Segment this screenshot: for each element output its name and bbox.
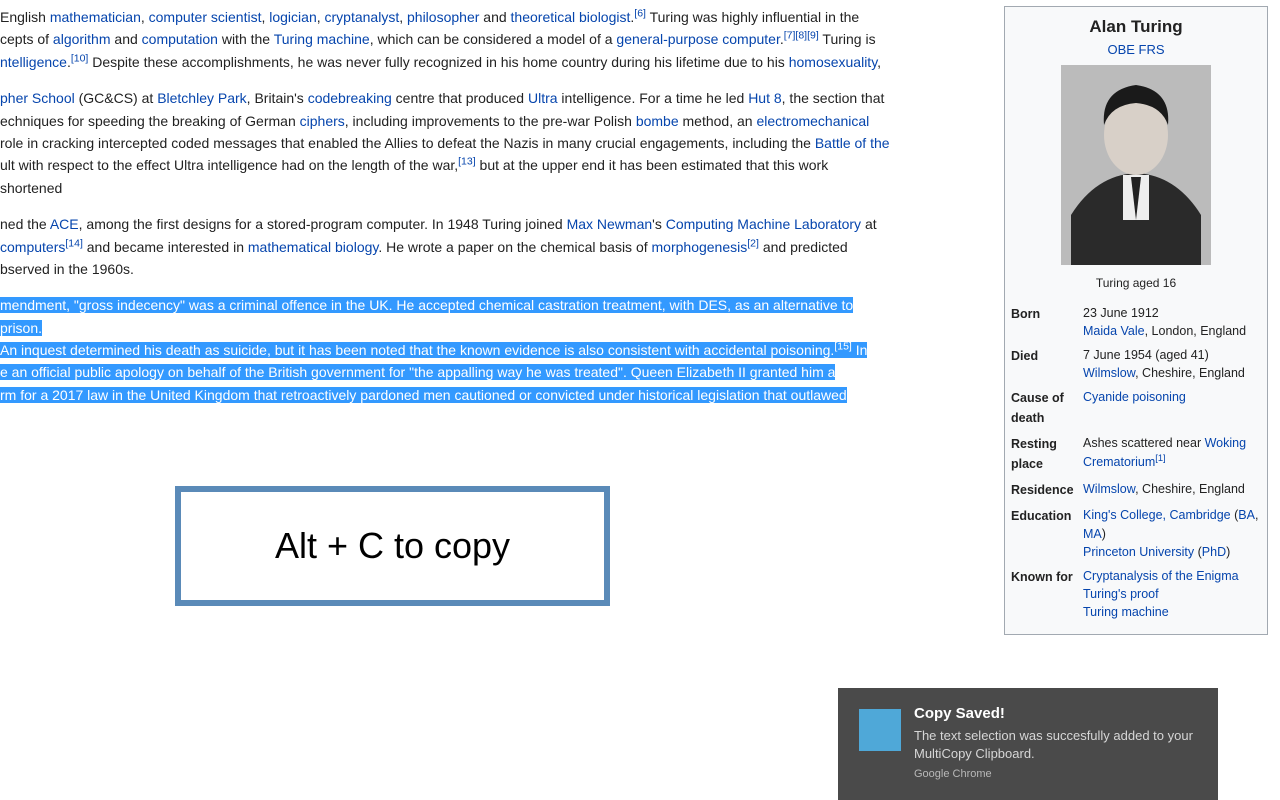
link-crematorium[interactable]: Crematorium [1083, 455, 1155, 469]
link-phd[interactable]: PhD [1202, 545, 1226, 559]
ref-6[interactable]: [6] [634, 7, 646, 19]
article-body: English mathematician, computer scientis… [0, 0, 900, 420]
link-hut8[interactable]: Hut 8 [748, 90, 781, 106]
ref-14[interactable]: [14] [65, 237, 83, 249]
link-cyanide[interactable]: Cyanide poisoning [1083, 390, 1186, 404]
link-princeton[interactable]: Princeton University [1083, 545, 1194, 559]
link-algorithm[interactable]: algorithm [53, 31, 111, 47]
link-kings[interactable]: King's College, Cambridge [1083, 508, 1231, 522]
paragraph-2: pher School (GC&CS) at Bletchley Park, B… [0, 87, 892, 199]
link-cml[interactable]: Computing Machine Laboratory [666, 216, 861, 232]
shortcut-hint-text: Alt + C to copy [275, 517, 510, 575]
link-homosexuality[interactable]: homosexuality [789, 54, 877, 70]
link-turing-machine[interactable]: Turing machine [274, 31, 370, 47]
label-cause-of-death: Cause of death [1011, 385, 1083, 431]
ref-15[interactable]: [15] [834, 340, 852, 352]
link-maida-vale[interactable]: Maida Vale [1083, 324, 1145, 338]
infobox-honors[interactable]: OBE FRS [1011, 40, 1261, 61]
label-education: Education [1011, 503, 1083, 563]
link-math-bio[interactable]: mathematical biology [248, 239, 378, 255]
link-computer-scientist[interactable]: computer scientist [149, 9, 262, 25]
paragraph-3: ned the ACE, among the first designs for… [0, 213, 892, 280]
link-wilmslow-2[interactable]: Wilmslow [1083, 482, 1135, 496]
paragraph-1: English mathematician, computer scientis… [0, 6, 892, 73]
ref-2[interactable]: [2] [747, 237, 759, 249]
toast-message: The text selection was succesfully added… [914, 727, 1200, 762]
infobox-table: Born 23 June 1912Maida Vale, London, Eng… [1011, 301, 1261, 624]
link-newman[interactable]: Max Newman [567, 216, 653, 232]
infobox-title: Alan Turing [1011, 11, 1261, 40]
link-turing-machine-2[interactable]: Turing machine [1083, 605, 1169, 619]
link-computers[interactable]: computers [0, 239, 65, 255]
clipboard-icon [856, 706, 898, 748]
link-mathematician[interactable]: mathematician [50, 9, 141, 25]
link-turing-proof[interactable]: Turing's proof [1083, 587, 1159, 601]
link-school[interactable]: pher School [0, 90, 75, 106]
toast-body: Copy Saved! The text selection was succe… [914, 702, 1200, 786]
toast-source: Google Chrome [914, 766, 1200, 784]
link-cryptanalyst[interactable]: cryptanalyst [325, 9, 400, 25]
link-woking[interactable]: Woking [1205, 436, 1246, 450]
label-resting-place: Resting place [1011, 431, 1083, 477]
link-enigma[interactable]: Cryptanalysis of the Enigma [1083, 569, 1239, 583]
label-known-for: Known for [1011, 564, 1083, 624]
link-intelligence[interactable]: ntelligence [0, 54, 67, 70]
link-battle[interactable]: Battle of the [815, 135, 890, 151]
infobox: Alan Turing OBE FRS Turing aged 16 Born … [1004, 6, 1268, 635]
link-ciphers[interactable]: ciphers [300, 113, 345, 129]
label-died: Died [1011, 343, 1083, 385]
link-gp-computer[interactable]: general-purpose computer [616, 31, 779, 47]
notification-toast[interactable]: Copy Saved! The text selection was succe… [838, 688, 1218, 800]
link-logician[interactable]: logician [269, 9, 316, 25]
ref-13[interactable]: [13] [458, 156, 476, 168]
link-computation[interactable]: computation [142, 31, 218, 47]
ref-8[interactable]: [8] [795, 30, 807, 42]
shortcut-hint-overlay: Alt + C to copy [175, 486, 610, 606]
infobox-caption: Turing aged 16 [1011, 274, 1261, 293]
link-bombe[interactable]: bombe [636, 113, 679, 129]
toast-title: Copy Saved! [914, 702, 1200, 726]
link-ace[interactable]: ACE [50, 216, 79, 232]
ref-7[interactable]: [7] [784, 30, 796, 42]
link-ba[interactable]: BA [1238, 508, 1255, 522]
link-codebreaking[interactable]: codebreaking [308, 90, 392, 106]
label-residence: Residence [1011, 477, 1083, 503]
label-born: Born [1011, 301, 1083, 343]
ref-10[interactable]: [10] [71, 52, 89, 64]
infobox-photo[interactable] [1061, 65, 1211, 265]
selected-text[interactable]: mendment, "gross indecency" was a crimin… [0, 297, 867, 403]
link-wilmslow[interactable]: Wilmslow [1083, 366, 1135, 380]
link-theoretical-biologist[interactable]: theoretical biologist [511, 9, 631, 25]
link-bletchley[interactable]: Bletchley Park [157, 90, 246, 106]
link-ma[interactable]: MA [1083, 527, 1102, 541]
link-philosopher[interactable]: philosopher [407, 9, 479, 25]
link-ultra[interactable]: Ultra [528, 90, 558, 106]
paragraph-4-selected: mendment, "gross indecency" was a crimin… [0, 294, 892, 406]
ref-1[interactable]: [1] [1155, 452, 1165, 462]
link-electromechanical[interactable]: electromechanical [756, 113, 869, 129]
link-morphogenesis[interactable]: morphogenesis [652, 239, 748, 255]
ref-9[interactable]: [9] [807, 30, 819, 42]
